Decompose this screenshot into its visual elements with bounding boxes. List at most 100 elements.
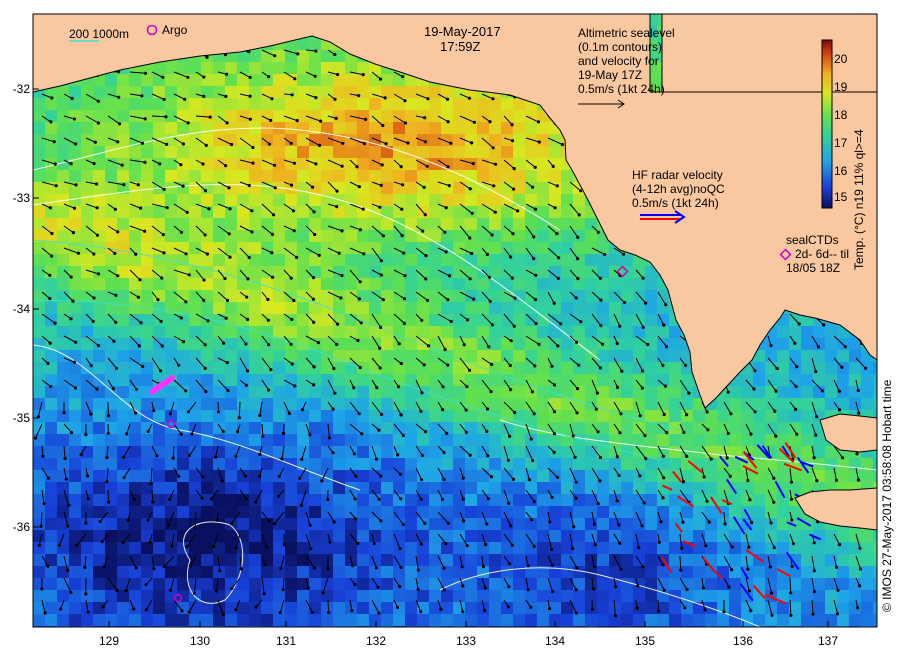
velocity-arrow-head: [203, 189, 208, 193]
sst-pixel: [585, 590, 598, 603]
sst-pixel: [189, 242, 202, 255]
velocity-arrow-head: [314, 96, 318, 100]
sst-pixel: [249, 506, 262, 519]
sst-pixel: [45, 530, 58, 543]
velocity-arrow-head: [116, 140, 120, 144]
sst-pixel: [45, 578, 58, 591]
sst-pixel: [669, 530, 682, 543]
sst-pixel: [621, 362, 634, 375]
sst-pixel: [33, 314, 46, 327]
velocity-arrow-head: [424, 277, 428, 281]
sst-pixel: [657, 434, 670, 447]
sst-pixel: [393, 254, 406, 267]
sst-pixel: [645, 482, 658, 495]
velocity-arrow-head: [423, 213, 427, 217]
sst-pixel: [201, 602, 214, 615]
sst-pixel: [141, 626, 154, 627]
velocity-arrow-head: [470, 251, 474, 256]
sst-pixel: [537, 290, 550, 303]
sst-pixel: [501, 194, 514, 207]
sst-pixel: [633, 506, 646, 519]
sst-pixel: [321, 98, 334, 111]
sst-pixel: [201, 350, 214, 363]
sst-pixel: [405, 194, 418, 207]
sst-pixel: [189, 86, 202, 99]
sst-pixel: [153, 62, 166, 75]
sst-pixel: [237, 194, 250, 207]
sst-pixel: [381, 170, 394, 183]
sst-pixel: [201, 218, 214, 231]
sst-pixel: [369, 350, 382, 363]
sst-pixel: [381, 554, 394, 567]
sst-pixel: [849, 398, 862, 411]
sst-pixel: [789, 434, 802, 447]
velocity-arrow-head: [226, 388, 230, 392]
sst-pixel: [477, 302, 490, 315]
sst-pixel: [597, 362, 610, 375]
velocity-arrow-head: [273, 54, 277, 58]
sst-pixel: [429, 302, 442, 315]
sst-pixel: [321, 218, 334, 231]
sst-pixel: [273, 410, 286, 423]
sst-pixel: [33, 386, 46, 399]
sst-pixel: [57, 374, 70, 387]
sst-pixel: [237, 458, 250, 471]
sst-pixel: [549, 578, 562, 591]
sst-pixel: [621, 518, 634, 531]
velocity-arrow-head: [227, 186, 231, 190]
sst-pixel: [801, 362, 814, 375]
sst-pixel: [489, 302, 502, 315]
sst-pixel: [573, 410, 586, 423]
velocity-arrow-head: [224, 316, 228, 320]
sst-pixel: [381, 206, 394, 219]
velocity-arrow-head: [576, 235, 580, 239]
sst-pixel: [573, 542, 586, 555]
sst-pixel: [225, 470, 238, 483]
sst-pixel: [285, 146, 298, 159]
sst-pixel: [597, 542, 610, 555]
sst-pixel: [849, 386, 862, 399]
sst-pixel: [753, 482, 766, 495]
velocity-arrow-head: [841, 456, 845, 460]
sst-pixel: [465, 122, 478, 135]
sst-pixel: [57, 482, 70, 495]
velocity-arrow-head: [749, 432, 753, 436]
sst-pixel: [417, 614, 430, 627]
velocity-arrow-head: [111, 387, 115, 391]
velocity-arrow-head: [79, 453, 83, 457]
sst-pixel: [585, 362, 598, 375]
sst-pixel: [501, 602, 514, 615]
sst-pixel: [297, 158, 310, 171]
sst-pixel: [825, 386, 838, 399]
velocity-arrow-head: [273, 186, 277, 190]
velocity-arrow-head: [552, 410, 557, 414]
sst-pixel: [57, 98, 70, 111]
sst-pixel: [105, 482, 118, 495]
sst-pixel: [201, 422, 214, 435]
sst-pixel: [561, 446, 574, 459]
sst-pixel: [633, 302, 646, 315]
velocity-arrow-head: [312, 320, 316, 324]
sst-pixel: [681, 506, 694, 519]
sst-pixel: [429, 170, 442, 183]
velocity-arrow-head: [251, 161, 255, 165]
sst-pixel: [225, 98, 238, 111]
velocity-arrow-head: [266, 297, 270, 302]
velocity-arrow-head: [335, 205, 339, 209]
sst-pixel: [129, 86, 142, 99]
sst-pixel: [801, 578, 814, 591]
sst-pixel: [177, 458, 190, 471]
sst-pixel: [333, 50, 346, 63]
sst-pixel: [273, 218, 286, 231]
velocity-arrow-head: [70, 96, 74, 101]
sst-pixel: [465, 218, 478, 231]
sst-pixel: [417, 554, 430, 567]
sst-pixel: [237, 230, 250, 243]
velocity-arrow-head: [534, 322, 538, 326]
sst-pixel: [333, 254, 346, 267]
sst-pixel: [189, 434, 202, 447]
sst-pixel: [621, 326, 634, 339]
sst-pixel: [273, 554, 286, 567]
sst-pixel: [261, 230, 274, 243]
sst-pixel: [393, 122, 406, 135]
